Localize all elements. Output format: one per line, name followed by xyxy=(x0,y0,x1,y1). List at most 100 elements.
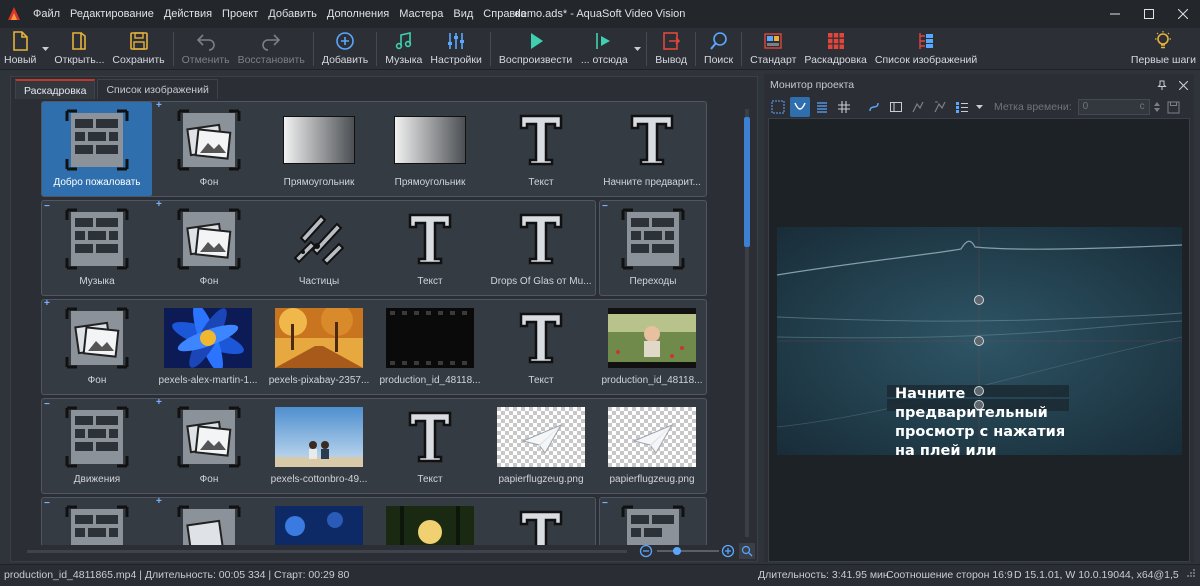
hash-grid-icon[interactable] xyxy=(834,97,854,117)
resize-grip-icon[interactable] xyxy=(1186,565,1196,585)
tab-image-list[interactable]: Список изображений xyxy=(97,79,218,99)
export-button[interactable]: Вывод xyxy=(651,28,691,70)
new-dropdown-arrow[interactable] xyxy=(40,28,50,70)
storyboard-item[interactable]: Движения xyxy=(42,399,152,493)
timestamp-input[interactable]: 0 c xyxy=(1077,99,1150,115)
vertical-scrollbar[interactable] xyxy=(743,109,751,537)
list-dropdown-arrow[interactable] xyxy=(974,97,984,117)
storyboard-item[interactable]: Прямоугольник xyxy=(264,102,374,196)
storyboard-item[interactable]: papierflugzeug.png xyxy=(597,399,707,493)
storyboard-item[interactable]: pexels-pixabay-2357... xyxy=(264,300,374,394)
transitions-group[interactable]: − Переходы xyxy=(599,200,707,296)
save-snapshot-icon[interactable] xyxy=(1164,97,1184,117)
storyboard-item[interactable]: production_id_48118... xyxy=(597,300,707,394)
zoom-slider[interactable] xyxy=(657,544,719,558)
curve-guide-icon[interactable] xyxy=(790,97,810,117)
menu-edit[interactable]: Редактирование xyxy=(65,0,159,28)
menu-file[interactable]: Файл xyxy=(28,0,65,28)
scroll-track[interactable] xyxy=(27,550,627,553)
music-button[interactable]: Музыка xyxy=(381,28,426,70)
storyboard-item[interactable]: pexels-alex-martin-1... xyxy=(153,300,263,394)
storyboard-layout-button[interactable]: Раскадровка xyxy=(800,28,870,70)
storyboard-item[interactable]: Музыка xyxy=(42,201,152,295)
storyboard-item[interactable] xyxy=(486,498,596,545)
add-button[interactable]: Добавить xyxy=(318,28,372,70)
storyboard-group[interactable]: + Фон pexels-alex-martin-1... pexels-pix… xyxy=(41,299,707,395)
preview-area[interactable]: Начните предварительный просмотр с нажат… xyxy=(768,118,1190,562)
storyboard-item[interactable]: pexels-cottonbro-49... xyxy=(264,399,374,493)
scroll-thumb[interactable] xyxy=(744,117,750,247)
storyboard-item[interactable]: papierflugzeug.png xyxy=(486,399,596,493)
settings-button[interactable]: Настройки xyxy=(426,28,486,70)
close-panel-icon[interactable] xyxy=(1179,80,1188,90)
first-steps-button[interactable]: Первые шаги xyxy=(1127,28,1200,70)
path-icon[interactable] xyxy=(864,97,884,117)
storyboard-item[interactable] xyxy=(598,498,708,545)
play-from-here-button[interactable]: ... отсюда xyxy=(576,28,632,70)
lines-icon[interactable] xyxy=(812,97,832,117)
storyboard-item[interactable]: Прямоугольник xyxy=(375,102,485,196)
menu-wizards[interactable]: Мастера xyxy=(394,0,448,28)
list-view-icon[interactable] xyxy=(952,97,972,117)
snap-icon[interactable] xyxy=(930,97,950,117)
close-button[interactable] xyxy=(1166,0,1200,28)
maximize-button[interactable] xyxy=(1132,0,1166,28)
zoom-out-icon[interactable] xyxy=(639,544,653,558)
storyboard-group[interactable]: − Движения + Фон pexels-cottonbro-49... … xyxy=(41,398,707,494)
play-button[interactable]: Воспроизвести xyxy=(495,28,576,70)
undo-button[interactable]: Отменить xyxy=(178,28,234,70)
storyboard-item[interactable]: Фон xyxy=(154,399,264,493)
storyboard-item[interactable]: Фон xyxy=(154,102,264,196)
image-list-layout-button[interactable]: Список изображений xyxy=(871,28,981,70)
storyboard-item[interactable]: Фон xyxy=(42,300,152,394)
storyboard-item[interactable] xyxy=(42,498,152,545)
background-image-icon xyxy=(165,404,253,470)
storyboard-item[interactable]: Начните предварит... xyxy=(597,102,707,196)
new-button[interactable]: Новый xyxy=(0,28,40,70)
storyboard-item[interactable]: Текст xyxy=(375,201,485,295)
grid-dotted-icon[interactable] xyxy=(768,97,788,117)
spin-arrows-icon[interactable] xyxy=(1152,97,1162,117)
zoom-in-icon[interactable] xyxy=(721,544,735,558)
storyboard-item[interactable]: Частицы xyxy=(264,201,374,295)
storyboard-item[interactable]: Добро пожаловать xyxy=(42,102,152,196)
storyboard-group[interactable]: − Музыка + Фон Частицы Текст Drops Of Gl… xyxy=(41,200,596,296)
zoom-slider-handle[interactable] xyxy=(673,547,681,555)
align-icon[interactable] xyxy=(908,97,928,117)
minimize-button[interactable] xyxy=(1098,0,1132,28)
search-button[interactable]: Поиск xyxy=(700,28,737,70)
storyboard-item[interactable]: Текст xyxy=(486,102,596,196)
open-button[interactable]: Открыть... xyxy=(50,28,108,70)
storyboard-group[interactable]: − + xyxy=(41,497,596,545)
save-button[interactable]: Сохранить xyxy=(108,28,168,70)
menu-view[interactable]: Вид xyxy=(448,0,478,28)
storyboard-item[interactable]: Переходы xyxy=(598,201,708,295)
horizontal-scrollbar[interactable] xyxy=(27,547,627,555)
storyboard-item[interactable]: Фон xyxy=(154,201,264,295)
menu-add[interactable]: Добавить xyxy=(263,0,322,28)
storyboard-group[interactable]: − Добро пожаловать + Фон xyxy=(41,101,707,197)
storyboard-item[interactable]: Текст xyxy=(375,399,485,493)
storyboard-item[interactable]: Drops Of Glas от Mu... xyxy=(486,201,596,295)
tab-storyboard[interactable]: Раскадровка xyxy=(15,79,96,99)
storyboard-item[interactable] xyxy=(154,498,264,545)
pin-icon[interactable] xyxy=(1157,80,1167,90)
app-logo-icon[interactable] xyxy=(0,0,28,28)
menu-extras[interactable]: Дополнения xyxy=(322,0,394,28)
frame-icon[interactable] xyxy=(886,97,906,117)
play-from-here-label: ... отсюда xyxy=(580,54,628,66)
menu-project[interactable]: Проект xyxy=(217,0,263,28)
play-dropdown-arrow[interactable] xyxy=(632,28,642,70)
storyboard-area: − Добро пожаловать + Фон xyxy=(41,101,741,545)
storyboard-item[interactable] xyxy=(375,498,485,545)
zoom-fit-icon[interactable] xyxy=(739,543,755,559)
redo-button[interactable]: Восстановить xyxy=(234,28,309,70)
storyboard-item[interactable]: Текст xyxy=(486,300,596,394)
preview-stage[interactable]: Начните предварительный просмотр с нажат… xyxy=(777,227,1182,455)
standard-layout-button[interactable]: Стандарт xyxy=(746,28,800,70)
menu-actions[interactable]: Действия xyxy=(159,0,217,28)
storyboard-item[interactable] xyxy=(264,498,374,545)
storyboard-item[interactable]: production_id_48118... xyxy=(375,300,485,394)
menu-help[interactable]: Справка xyxy=(478,0,531,28)
transitions-group[interactable]: − xyxy=(599,497,707,545)
